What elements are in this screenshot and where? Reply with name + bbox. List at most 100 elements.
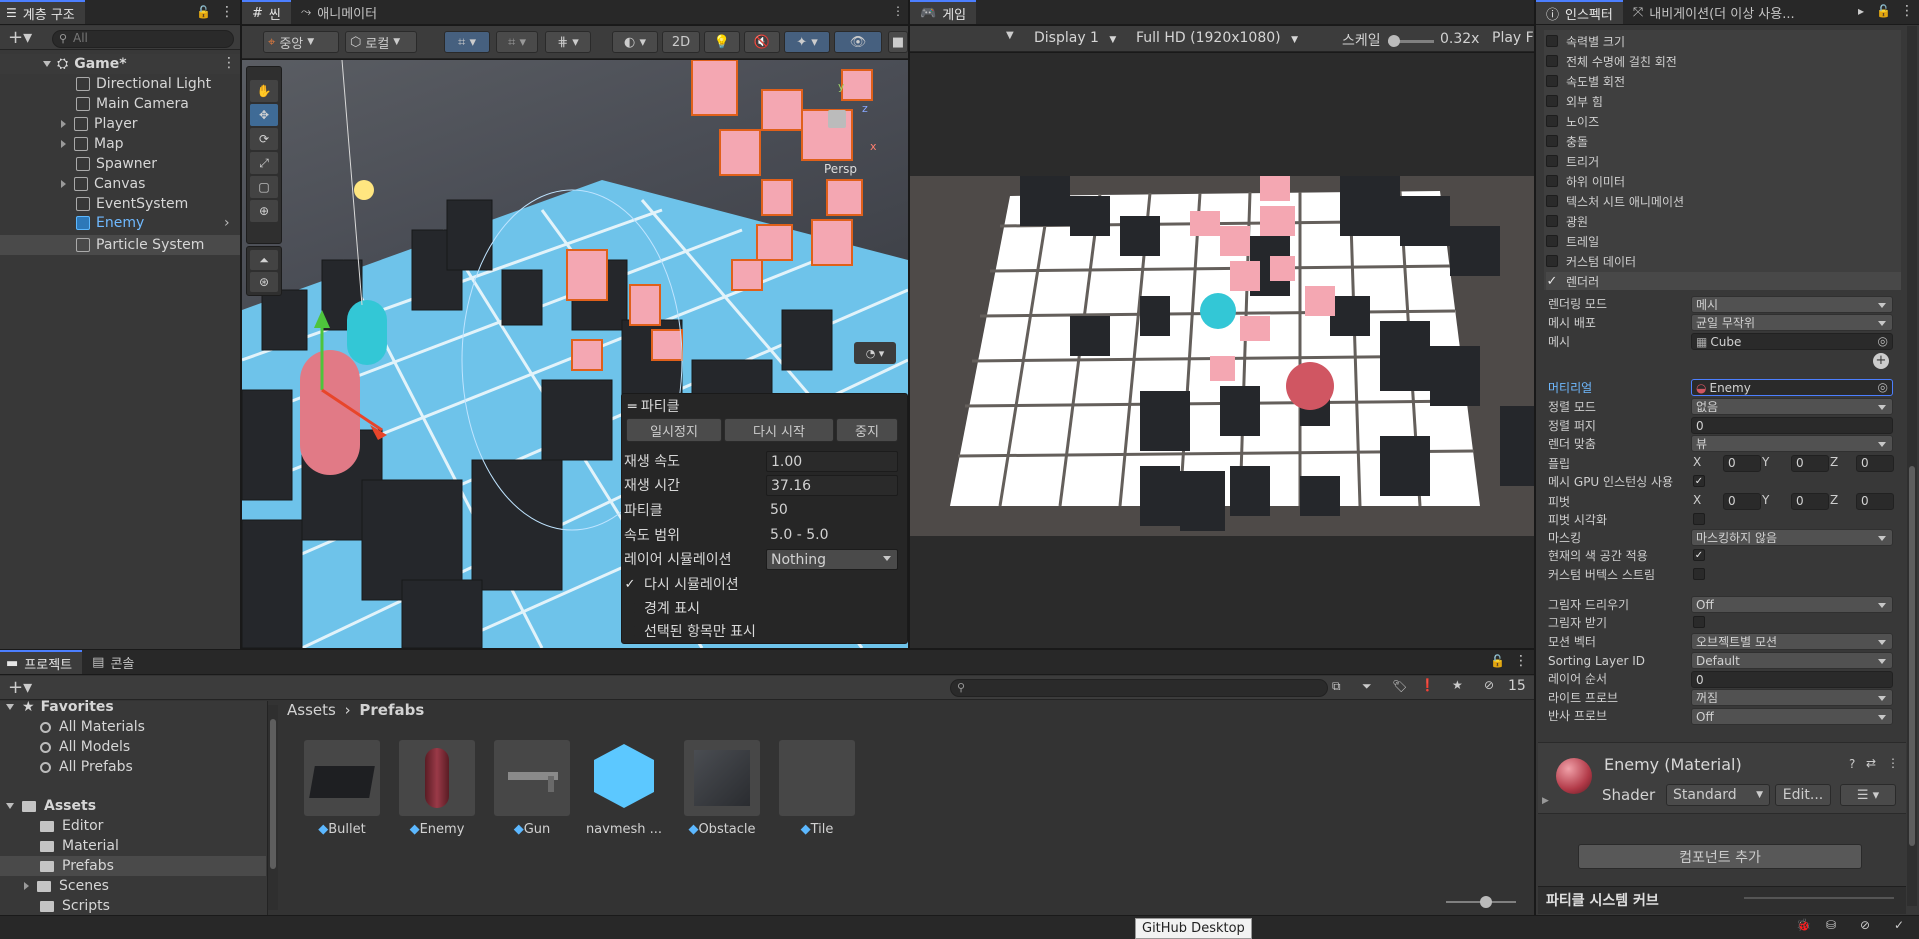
play-focus-dropdown[interactable]: Play F [1492, 30, 1534, 46]
pivot-y-field[interactable]: 0 [1791, 493, 1829, 510]
module-row[interactable]: 속도별 회전 [1546, 72, 1901, 90]
overlay-menu-button[interactable]: ◔ ▾ [854, 342, 896, 364]
scene-menu-icon[interactable]: ⋮ [222, 55, 236, 71]
particle-tool-icon[interactable]: ⏶ [250, 250, 278, 270]
project-search-input[interactable]: ⚲ [950, 679, 1328, 697]
pivot-z-field[interactable]: 0 [1856, 493, 1894, 510]
assets-header[interactable]: Assets [6, 796, 96, 816]
camera-settings-button[interactable]: ■ [888, 31, 908, 53]
tab-animator[interactable]: ⤳ 애니메이터 [291, 0, 387, 24]
checkbox-icon[interactable] [1546, 175, 1558, 187]
visualize-pivot-checkbox[interactable] [1693, 513, 1705, 525]
reflection-probes-dropdown[interactable]: Off [1691, 708, 1893, 725]
pause-button[interactable]: 일시정지 [626, 418, 722, 442]
hierarchy-item-spawner[interactable]: Spawner [0, 154, 157, 174]
hand-tool-icon[interactable]: ✋ [250, 80, 278, 102]
hierarchy-item-eventsystem[interactable]: EventSystem [0, 194, 188, 214]
sorting-layer-dropdown[interactable]: Default [1691, 652, 1893, 669]
rect-tool-icon[interactable]: ▢ [250, 176, 278, 198]
asset-bullet[interactable]: ◆Bullet [302, 740, 382, 837]
tab-inspector[interactable]: ⓘ 인스펙터 [1536, 0, 1623, 24]
checkbox-icon[interactable] [1546, 195, 1558, 207]
hierarchy-item-main-camera[interactable]: Main Camera [0, 94, 189, 114]
module-row[interactable]: 광원 [1546, 212, 1901, 230]
scene-visibility-toggle[interactable]: 👁 [834, 31, 882, 53]
restart-button[interactable]: 다시 시작 [724, 418, 834, 442]
persp-label[interactable]: Persp [824, 162, 857, 176]
module-row[interactable]: 텍스처 시트 애니메이션 [1546, 192, 1901, 210]
playback-speed-field[interactable]: 1.00 [766, 451, 898, 472]
masking-dropdown[interactable]: 마스킹하지 않음 [1691, 529, 1893, 546]
tab-overflow-icon[interactable]: ▸ [1858, 4, 1864, 18]
grid-visibility-button[interactable]: ⋕ ▾ [545, 31, 591, 53]
checkbox-icon[interactable] [1546, 115, 1558, 127]
gpu-instancing-checkbox[interactable]: ✓ [1693, 475, 1705, 487]
sort-fudge-field[interactable]: 0 [1691, 417, 1893, 434]
lock-icon[interactable]: 🔓 [1876, 4, 1891, 18]
module-row[interactable]: 트레일 [1546, 232, 1901, 250]
scale-slider-thumb[interactable] [1388, 35, 1400, 47]
checkbox-icon[interactable] [1546, 95, 1558, 107]
asset-enemy[interactable]: ◆Enemy [397, 740, 477, 837]
favorite-star-icon[interactable]: ★ [1452, 678, 1463, 692]
lock-icon[interactable]: 🔓 [196, 5, 211, 19]
module-row[interactable]: 커스텀 데이터 [1546, 252, 1901, 270]
effects-dropdown[interactable]: ✦ ▾ [784, 31, 830, 53]
folder-item-selected[interactable]: Prefabs [0, 856, 266, 876]
scrollbar-thumb[interactable] [1909, 466, 1915, 846]
hidden-packages-icon[interactable]: ⊘ [1484, 678, 1494, 692]
flip-z-field[interactable]: 0 [1856, 455, 1894, 472]
shader-dropdown[interactable]: Standard ▼ [1666, 784, 1770, 806]
curves-resize-handle[interactable] [1744, 897, 1894, 899]
scene-menu-icon[interactable]: ⋮ [892, 4, 904, 18]
breadcrumb-prefabs[interactable]: Prefabs [359, 701, 424, 719]
rotate-tool-icon[interactable]: ⟳ [250, 128, 278, 150]
checkbox-icon[interactable] [1546, 135, 1558, 147]
debug-icon[interactable]: 🐞 [1796, 918, 1811, 932]
asset-tile[interactable]: ◆Tile [777, 740, 857, 837]
pivot-dropdown[interactable]: ⌖ 중앙 ▼ [263, 31, 339, 53]
progress-check-icon[interactable]: ✓ [1894, 918, 1904, 932]
draw-mode-dropdown[interactable]: ◐ ▾ [612, 31, 658, 53]
tag-icon[interactable]: 🏷 [1392, 679, 1407, 693]
show-selected-toggle[interactable]: 선택된 항목만 표시 [624, 619, 902, 643]
display-dropdown[interactable]: Display 1 ▼ [1034, 30, 1116, 46]
checkbox-icon[interactable] [1546, 215, 1558, 227]
playback-time-field[interactable]: 37.16 [766, 475, 898, 496]
favorites-header[interactable]: ★ Favorites [6, 697, 114, 717]
expand-arrow-icon[interactable] [24, 882, 29, 890]
edit-shader-button[interactable]: Edit... [1775, 784, 1831, 806]
inspector-scrollbar[interactable] [1907, 26, 1917, 906]
sort-mode-dropdown[interactable]: 없음 [1691, 398, 1893, 415]
move-tool-icon[interactable]: ✥ [250, 104, 278, 126]
favorite-item[interactable]: All Models [40, 737, 130, 757]
hierarchy-item-enemy[interactable]: Enemy › [0, 213, 240, 233]
audio-toggle[interactable]: 🔇 [744, 31, 780, 53]
custom-tool-icon[interactable]: ⊛ [250, 272, 278, 292]
order-in-layer-field[interactable]: 0 [1691, 671, 1893, 688]
search-by-type-icon[interactable]: ⧉ [1332, 679, 1341, 694]
color-space-checkbox[interactable]: ✓ [1693, 549, 1705, 561]
receive-shadows-checkbox[interactable] [1693, 616, 1705, 628]
expand-arrow-icon[interactable] [6, 803, 14, 809]
folder-item[interactable]: Material [40, 836, 119, 856]
module-row[interactable]: 충돌 [1546, 132, 1901, 150]
expand-arrow-icon[interactable] [61, 180, 66, 188]
folder-item[interactable]: Scenes [24, 876, 109, 896]
space-dropdown[interactable]: ⬡ 로컬 ▼ [345, 31, 417, 53]
add-object-button[interactable]: +▾ [8, 27, 32, 48]
expand-arrow-icon[interactable] [61, 140, 66, 148]
hierarchy-item-map[interactable]: Map [0, 134, 124, 154]
flip-x-field[interactable]: 0 [1723, 455, 1761, 472]
shader-options-button[interactable]: ☰ ▾ [1840, 784, 1896, 806]
scene-root[interactable]: ⛭ Game* ⋮ [0, 54, 240, 74]
tab-game[interactable]: 🎮 게임 [910, 0, 977, 24]
kebab-menu-icon[interactable]: ⋮ [1887, 756, 1899, 770]
motion-vectors-dropdown[interactable]: 오브젝트별 모션 [1691, 633, 1893, 650]
chevron-right-icon[interactable]: › [224, 215, 230, 231]
lock-icon[interactable]: 🔓 [1490, 654, 1505, 668]
scale-slider[interactable] [1388, 35, 1434, 47]
tab-console[interactable]: ▤ 콘솔 [82, 650, 144, 674]
pivot-x-field[interactable]: 0 [1723, 493, 1761, 510]
help-icon[interactable]: ? [1849, 757, 1855, 771]
